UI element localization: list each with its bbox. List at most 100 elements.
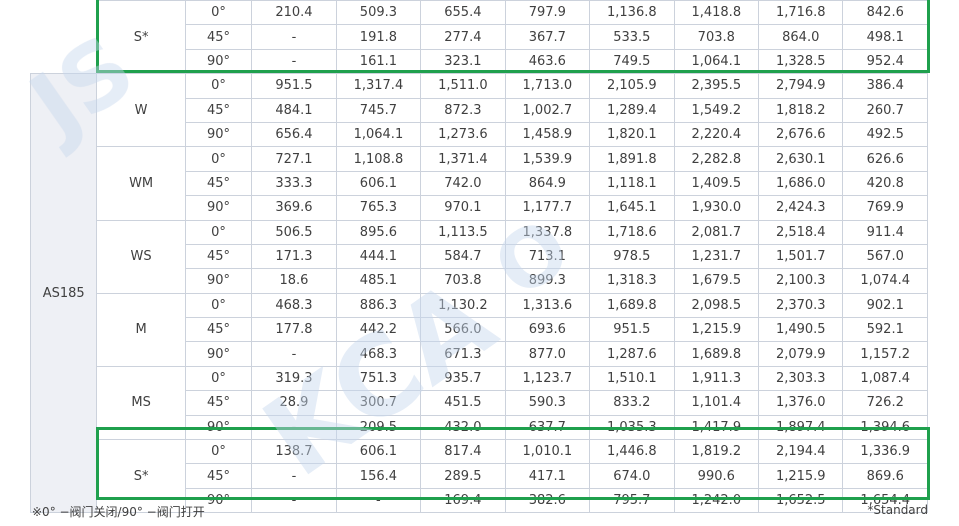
value-cell: 498.1 [842,24,928,50]
value-cell: 872.3 [420,97,506,123]
value-cell: 713.1 [504,243,591,270]
value-cell: 952.4 [842,48,928,75]
value-cell: 671.3 [420,341,506,367]
table-body: S* 0° 210.4 509.3 655.4 797.9 1,136.8 1,418.8 1,… [29,0,928,514]
value-cell: 2,395.5 [673,73,760,99]
model-label: M [96,292,186,367]
value-cell: 911.4 [842,219,928,245]
value-cell: 1,064.1 [673,48,760,75]
table-row: M 0° 468.3 886.3 1,130.2 1,313.6 1,689.8 2,098.… [31,292,928,367]
angle-cell: 90° [184,268,253,294]
value-cell: 1,328.5 [758,48,844,75]
angle-cell: 90° [184,414,253,441]
angle-cell: 0° [184,73,253,99]
value-cell: 319.3 [251,365,337,392]
value-cell: 1,157.2 [842,341,928,367]
value-cell: 28.9 [251,390,337,416]
angle-cell: 90° [184,341,253,367]
value-cell: 451.5 [420,390,506,416]
value-cell: 1,897.4 [758,414,844,441]
value-cell: 769.9 [842,195,928,221]
value-cell: 432.0 [420,414,506,441]
value-cell: 1,317.4 [335,73,422,99]
value-cell: 177.8 [251,317,337,343]
value-cell: 1,458.9 [504,121,591,148]
value-cell: 1,490.5 [758,317,844,343]
value-cell: 1,231.7 [673,243,760,270]
angle-cell: 0° [184,439,253,465]
value-cell: 386.4 [842,73,928,99]
value-cell: 1,087.4 [842,365,928,392]
value-cell: 468.3 [251,292,337,319]
footer-standard-note: *Standard [867,503,928,517]
value-cell: 869.6 [842,463,928,489]
value-cell: 1,418.8 [673,0,760,26]
table-row: S* 0° 210.4 509.3 655.4 797.9 1,136.8 1,418.8 1,… [30,0,928,75]
value-cell: 1,689.8 [673,341,760,367]
value-cell: 833.2 [589,390,675,416]
value-cell: 442.2 [335,317,422,343]
value-cell: 864.0 [758,24,844,50]
value-cell: 1,289.4 [589,97,675,123]
value-cell: 382.6 [504,487,591,514]
value-cell: 1,242.0 [673,487,760,514]
value-cell: 509.3 [335,0,422,26]
value-cell: 951.5 [251,73,337,99]
value-cell: 877.0 [504,341,591,367]
value-cell: 2,079.9 [758,341,844,367]
angle-cell: 0° [184,219,253,245]
value-cell: 333.3 [251,170,337,197]
value-cell: 1,718.6 [589,219,675,245]
value-cell: 1,501.7 [758,243,844,270]
data-table: S* 0° 210.4 509.3 655.4 797.9 1,136.8 1,418.8 1,… [29,0,928,514]
table-row: S* 0° 138.7 606.1 817.4 1,010.1 1,446.8 1,819.2… [31,439,928,514]
value-cell: 506.5 [251,219,337,245]
value-cell: 693.6 [504,317,591,343]
value-cell: 18.6 [251,268,337,294]
value-cell: 1,123.7 [504,365,591,392]
value-cell: 2,081.7 [673,219,760,245]
value-cell: 2,303.3 [758,365,844,392]
value-cell: 626.6 [842,146,928,172]
value-cell: 567.0 [842,243,928,270]
value-cell: 1,215.9 [673,317,760,343]
value-cell: 161.1 [335,48,422,75]
angle-cell: 0° [184,0,253,26]
value-cell: 1,686.0 [758,170,844,197]
value-cell: - [251,341,337,367]
angle-cell: 45° [184,317,253,343]
value-cell: 590.3 [504,390,591,416]
model-label: WS [96,219,186,294]
value-cell: 2,424.3 [758,195,844,221]
value-cell: 2,370.3 [758,292,844,319]
value-cell: 1,130.2 [420,292,506,319]
value-cell: 191.8 [335,24,422,50]
value-cell: 156.4 [335,463,422,489]
value-cell: 745.7 [335,97,422,123]
value-cell: 1,010.1 [504,439,591,465]
value-cell: 727.1 [251,146,337,172]
value-cell: 484.1 [251,97,337,123]
value-cell: 655.4 [420,0,506,26]
value-cell: 2,105.9 [589,73,675,99]
value-cell: 1,273.6 [420,121,506,148]
value-cell: 1,118.1 [589,170,675,197]
value-cell: 978.5 [589,243,675,270]
value-cell: 1,035.3 [589,414,675,441]
angle-cell: 90° [184,195,253,221]
value-cell: 1,549.2 [673,97,760,123]
value-cell: 795.7 [589,487,675,514]
value-cell: 797.9 [504,0,591,26]
value-cell: 1,177.7 [504,195,591,221]
table-row: AS185 W 0° 951.5 1,317.4 1,511.0 1,713.0 2,105.… [29,73,928,514]
angle-cell: 45° [184,24,253,50]
value-cell: - [251,24,337,50]
table-row: WM 0° 727.1 1,108.8 1,371.4 1,539.9 1,891.8 2,2… [31,146,928,221]
angle-cell: 0° [184,146,253,172]
value-cell: 703.8 [673,24,760,50]
value-cell: 323.1 [420,48,506,75]
value-cell: 1,820.1 [589,121,675,148]
value-cell: 592.1 [842,317,928,343]
value-cell: 726.2 [842,390,928,416]
value-cell: 751.3 [335,365,422,392]
